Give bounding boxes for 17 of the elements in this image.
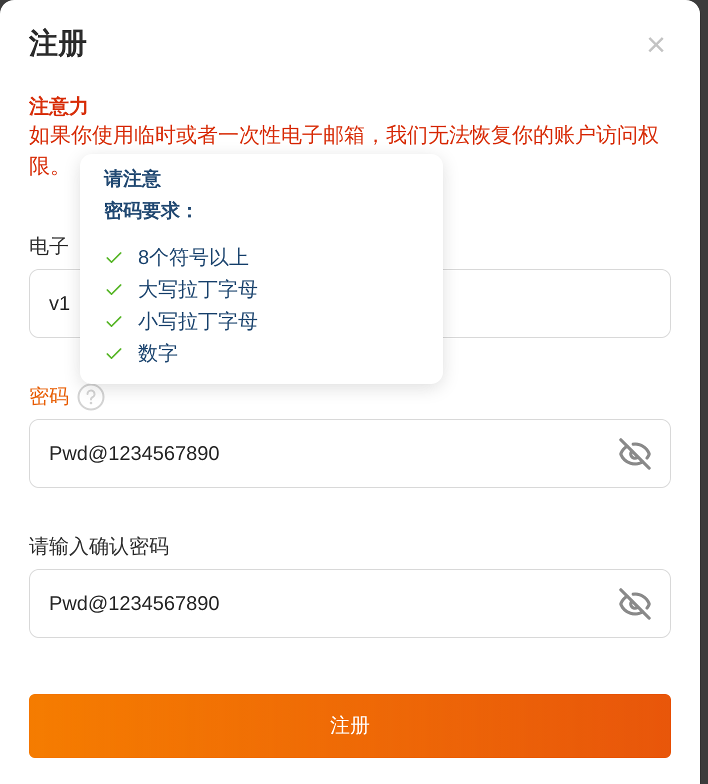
dialog-title: 注册 xyxy=(29,26,87,62)
requirement-text: 8个符号以上 xyxy=(138,246,250,271)
notice-text: 如果你使用临时或者一次性电子邮箱，我们无法恢复你的账户访问权 xyxy=(29,123,659,149)
input-field[interactable]: Pwd@1234567890 xyxy=(29,419,671,488)
requirement-text: 小写拉丁字母 xyxy=(138,310,258,335)
notice-text: 限。 xyxy=(29,154,71,180)
field-label: 电子 xyxy=(29,235,69,260)
tooltip-title: 请注意 xyxy=(104,168,162,192)
field-label: 密码 xyxy=(29,385,69,410)
input-field[interactable]: Pwd@1234567890 xyxy=(29,569,671,638)
eye-off-icon[interactable] xyxy=(618,436,652,470)
requirement-text: 数字 xyxy=(138,342,178,367)
requirement-text: 大写拉丁字母 xyxy=(138,278,258,303)
notice-title: 注意力 xyxy=(29,94,90,120)
field-label: 请输入确认密码 xyxy=(29,535,169,560)
tooltip-subtitle: 密码要求： xyxy=(104,200,200,224)
eye-off-icon[interactable] xyxy=(618,586,652,620)
